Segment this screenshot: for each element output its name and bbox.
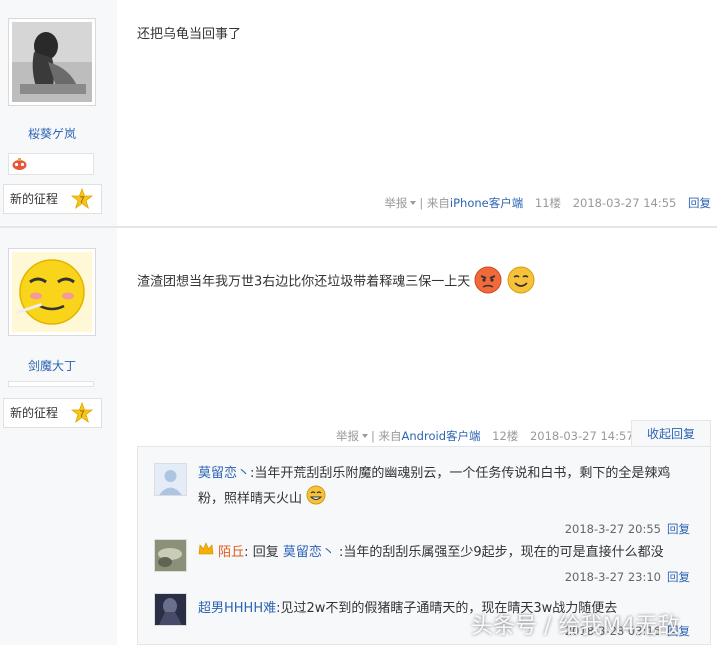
floor-number: 11楼: [534, 196, 562, 210]
reply-item: 陌丘: 回复 莫留恋丶 :当年的刮刮乐属强至少9起步，现在的可是直接什么都没 2…: [154, 539, 704, 589]
post-floor-12: 剑魔大丁 新的征程 7 渣渣团想当年我万世3右边比你还垃圾带着释魂三保一上天 举…: [0, 228, 717, 645]
reply-button[interactable]: 回复: [688, 196, 711, 210]
gamepad-icon[interactable]: [12, 157, 27, 175]
avatar-image: [12, 22, 92, 102]
reply-avatar[interactable]: [154, 539, 187, 572]
angry-face-emoji-icon: [474, 266, 502, 298]
post-floor-11: 桜葵ゲ岚 新的征程 7 还把乌龟当回事了 举报 | 来自iPhone客户端 11楼…: [0, 0, 717, 226]
reply-time: 2018-3-27 20:55: [564, 522, 661, 536]
report-button[interactable]: 举报: [336, 429, 359, 443]
report-button[interactable]: 举报: [384, 196, 407, 210]
chevron-down-icon[interactable]: [410, 200, 417, 205]
level-badge[interactable]: 新的征程 7: [3, 184, 102, 214]
post-time: 2018-03-27 14:57: [529, 429, 634, 443]
post-text: 渣渣团想当年我万世3右边比你还垃圾带着释魂三保一上天: [137, 274, 471, 290]
chevron-down-icon[interactable]: [362, 433, 368, 438]
post-time: 2018-03-27 14:55: [572, 196, 677, 210]
reply-button[interactable]: 回复: [667, 570, 690, 584]
reply-word: 回复: [252, 545, 279, 560]
reply-text: 陌丘: 回复 莫留恋丶 :当年的刮刮乐属强至少9起步，现在的可是直接什么都没: [198, 542, 690, 564]
author-avatar[interactable]: [8, 248, 96, 336]
reply-button[interactable]: 回复: [667, 522, 690, 536]
post-content: 还把乌龟当回事了: [137, 27, 242, 42]
reply-avatar[interactable]: [154, 463, 187, 496]
reply-time: 2018-3-27 23:10: [564, 570, 661, 584]
author-name[interactable]: 桜葵ゲ岚: [0, 125, 104, 142]
reply-meta: 2018-3-27 20:55 回复: [565, 521, 690, 537]
collapse-replies-button[interactable]: 收起回复: [631, 420, 711, 446]
reply-author[interactable]: 莫留恋丶: [198, 466, 250, 481]
author-avatar[interactable]: [8, 18, 96, 106]
level-label: 新的征程: [10, 406, 59, 420]
watermark: 头条号 / 给我M4无敌: [471, 614, 680, 639]
reply-author[interactable]: 超男HHHH难: [198, 601, 276, 616]
from-label: | 来自: [419, 196, 450, 210]
client-link[interactable]: Android客户端: [402, 429, 481, 443]
reply-target[interactable]: 莫留恋丶: [283, 545, 335, 560]
from-label: | 来自: [371, 429, 402, 443]
client-link[interactable]: iPhone客户端: [450, 196, 523, 210]
reply-body: 当年的刮刮乐属强至少9起步，现在的可是直接什么都没: [343, 545, 664, 560]
author-sidebar: 剑魔大丁 新的征程 7: [0, 228, 117, 645]
post-content: 渣渣团想当年我万世3右边比你还垃圾带着释魂三保一上天: [137, 266, 535, 298]
avatar-image: [12, 252, 92, 332]
post-meta: 举报 | 来自iPhone客户端 11楼 2018-03-27 14:55 回复: [384, 195, 711, 211]
reply-body: 当年开荒刮刮乐附魔的幽魂别云，一个任务传说和白书，剩下的全是辣鸡粉，照样晴天火山: [198, 466, 671, 507]
crown-icon: [198, 542, 214, 560]
reply-author[interactable]: 陌丘: [218, 545, 244, 560]
svg-text:7: 7: [79, 409, 84, 419]
badge-row: [8, 153, 94, 175]
reply-text: 莫留恋丶:当年开荒刮刮乐附魔的幽魂别云，一个任务传说和白书，剩下的全是辣鸡粉，照…: [198, 463, 690, 513]
grin-face-emoji-icon: [306, 485, 326, 513]
reply-separator: :: [244, 545, 249, 560]
author-sidebar: 桜葵ゲ岚 新的征程 7: [0, 0, 117, 226]
smile-face-emoji-icon: [507, 266, 535, 298]
star-level-icon: 7: [70, 187, 94, 210]
level-label: 新的征程: [10, 192, 59, 206]
level-badge[interactable]: 新的征程 7: [3, 398, 102, 428]
star-level-icon: 7: [70, 401, 94, 424]
reply-avatar[interactable]: [154, 593, 187, 626]
reply-item: 莫留恋丶:当年开荒刮刮乐附魔的幽魂别云，一个任务传说和白书，剩下的全是辣鸡粉，照…: [154, 463, 704, 541]
floor-number: 12楼: [492, 429, 519, 443]
author-name[interactable]: 剑魔大丁: [0, 357, 104, 374]
badge-row: [8, 381, 94, 387]
post-meta: 举报 | 来自Android客户端 12楼 2018-03-27 14:57: [336, 428, 634, 444]
reply-meta: 2018-3-27 23:10 回复: [565, 569, 690, 585]
svg-text:7: 7: [79, 195, 84, 205]
